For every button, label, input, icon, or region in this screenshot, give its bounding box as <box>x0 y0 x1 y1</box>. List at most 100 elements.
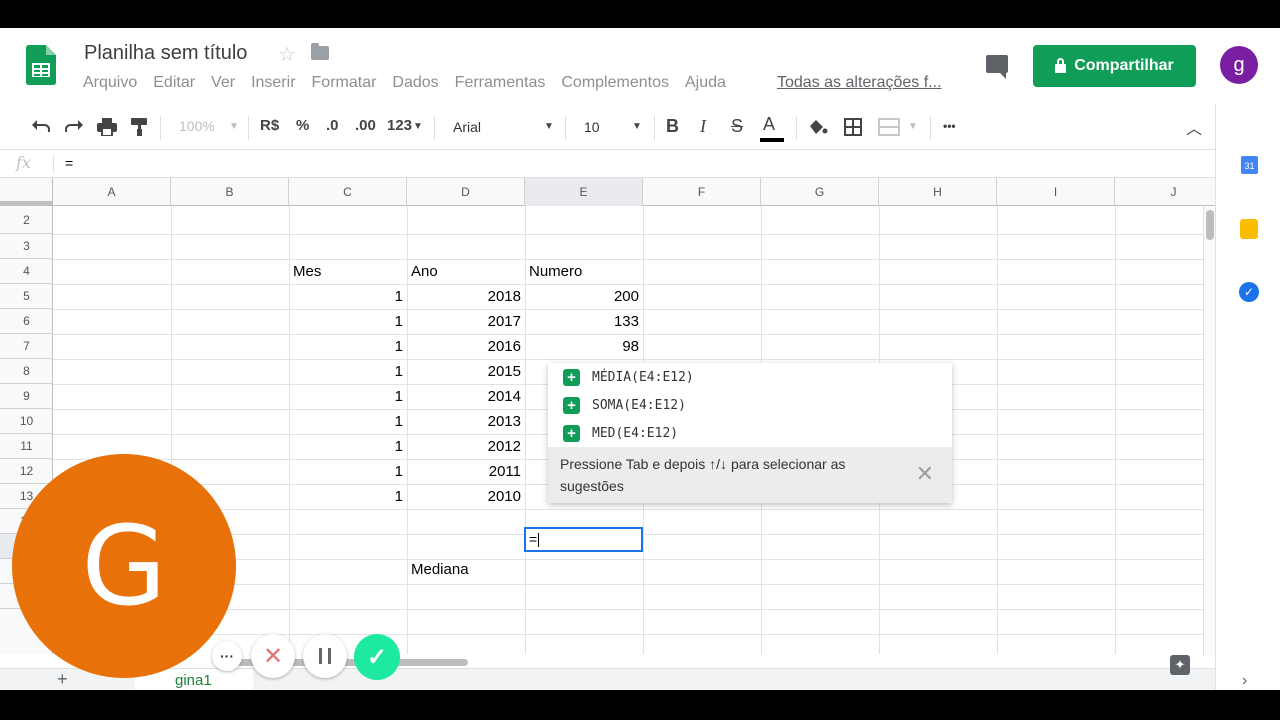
cell-c9[interactable]: 1 <box>289 413 403 430</box>
keep-icon[interactable] <box>1240 219 1258 239</box>
cell-e3-header-numero[interactable]: Numero <box>529 263 582 280</box>
row-header-10[interactable]: 10 <box>0 409 53 434</box>
italic-button[interactable]: I <box>700 116 706 137</box>
menu-ferramentas[interactable]: Ferramentas <box>455 74 546 92</box>
active-cell-e15[interactable]: = <box>524 527 643 552</box>
recorder-done-button[interactable]: ✓ <box>354 634 400 680</box>
row-header-4[interactable]: 4 <box>0 259 53 284</box>
fill-color-icon[interactable] <box>808 118 828 136</box>
cell-d6[interactable]: 2016 <box>407 338 521 355</box>
percent-format-button[interactable]: % <box>296 117 309 134</box>
menu-inserir[interactable]: Inserir <box>251 74 295 92</box>
menu-ver[interactable]: Ver <box>211 74 235 92</box>
cell-c5[interactable]: 1 <box>289 313 403 330</box>
cell-c12[interactable]: 1 <box>289 488 403 505</box>
cell-c8[interactable]: 1 <box>289 388 403 405</box>
recorder-more-button[interactable]: ··· <box>212 641 242 671</box>
star-icon[interactable]: ☆ <box>278 42 296 67</box>
row-header-7[interactable]: 7 <box>0 334 53 359</box>
row-header-6[interactable]: 6 <box>0 309 53 334</box>
calendar-icon[interactable]: 31 <box>1241 156 1258 174</box>
merge-dropdown-icon[interactable]: ▼ <box>908 121 918 132</box>
column-header-f[interactable]: F <box>643 178 761 206</box>
cell-d15-mediana-label[interactable]: Mediana <box>411 561 469 578</box>
select-all-corner[interactable] <box>0 178 53 206</box>
cell-e6[interactable]: 98 <box>525 338 639 355</box>
undo-icon[interactable] <box>31 119 51 133</box>
cell-c3-header-mes[interactable]: Mes <box>293 263 321 280</box>
menu-dados[interactable]: Dados <box>392 74 438 92</box>
more-formats-button[interactable]: 123 <box>387 117 412 134</box>
menu-complementos[interactable]: Complementos <box>561 74 669 92</box>
recorder-cancel-button[interactable]: ✕ <box>251 634 295 678</box>
borders-icon[interactable] <box>844 118 862 136</box>
collapse-toolbar-icon[interactable]: ︿ <box>1186 115 1202 139</box>
font-size-dropdown-icon[interactable]: ▼ <box>632 121 642 132</box>
cell-d5[interactable]: 2017 <box>407 313 521 330</box>
tasks-icon[interactable]: ✓ <box>1239 282 1259 302</box>
column-header-e[interactable]: E <box>525 178 643 206</box>
explore-icon[interactable]: ✦ <box>1170 655 1190 675</box>
row-header-8[interactable]: 8 <box>0 359 53 384</box>
recorder-pause-button[interactable] <box>303 634 347 678</box>
paint-format-icon[interactable] <box>131 118 149 136</box>
cell-e4[interactable]: 200 <box>525 288 639 305</box>
column-header-a[interactable]: A <box>53 178 171 206</box>
merge-cells-icon[interactable] <box>878 118 900 136</box>
zoom-select[interactable]: 100% <box>179 118 215 134</box>
zoom-dropdown-icon[interactable]: ▼ <box>229 121 239 132</box>
text-color-button[interactable]: A <box>763 114 775 135</box>
cell-c6[interactable]: 1 <box>289 338 403 355</box>
increase-decimal-button[interactable]: .00 <box>355 117 376 134</box>
more-formats-dropdown-icon[interactable]: ▼ <box>413 121 423 132</box>
cell-d4[interactable]: 2018 <box>407 288 521 305</box>
menu-editar[interactable]: Editar <box>153 74 195 92</box>
suggestion-med[interactable]: + MED(E4:E12) <box>548 419 952 447</box>
cell-c10[interactable]: 1 <box>289 438 403 455</box>
column-header-i[interactable]: I <box>997 178 1115 206</box>
close-icon[interactable]: ✕ <box>916 461 934 487</box>
row-header-5[interactable]: 5 <box>0 284 53 309</box>
column-header-h[interactable]: H <box>879 178 997 206</box>
cell-e5[interactable]: 133 <box>525 313 639 330</box>
cell-d7[interactable]: 2015 <box>407 363 521 380</box>
column-header-c[interactable]: C <box>289 178 407 206</box>
row-header-9[interactable]: 9 <box>0 384 53 409</box>
menu-formatar[interactable]: Formatar <box>312 74 377 92</box>
font-dropdown-icon[interactable]: ▼ <box>544 121 554 132</box>
row-header-12[interactable]: 12 <box>0 459 53 484</box>
vertical-scrollbar[interactable] <box>1203 206 1215 656</box>
chevron-right-icon[interactable]: › <box>1242 672 1247 690</box>
sheets-logo-icon[interactable] <box>26 45 56 85</box>
row-header-3[interactable]: 3 <box>0 234 53 259</box>
cell-d9[interactable]: 2013 <box>407 413 521 430</box>
cell-c4[interactable]: 1 <box>289 288 403 305</box>
font-select[interactable]: Arial <box>453 119 481 135</box>
add-sheet-icon[interactable]: + <box>57 669 68 690</box>
suggestion-media[interactable]: + MÉDIA(E4:E12) <box>548 363 952 391</box>
column-header-d[interactable]: D <box>407 178 525 206</box>
cell-d8[interactable]: 2014 <box>407 388 521 405</box>
cell-d10[interactable]: 2012 <box>407 438 521 455</box>
column-header-g[interactable]: G <box>761 178 879 206</box>
cell-d3-header-ano[interactable]: Ano <box>411 263 438 280</box>
print-icon[interactable] <box>97 118 117 136</box>
column-header-b[interactable]: B <box>171 178 289 206</box>
save-status-link[interactable]: Todas as alterações f... <box>777 74 942 92</box>
bold-button[interactable]: B <box>666 116 679 137</box>
font-size-select[interactable]: 10 <box>584 119 600 135</box>
cell-c11[interactable]: 1 <box>289 463 403 480</box>
column-header-j[interactable]: J <box>1115 178 1215 206</box>
cell-d12[interactable]: 2010 <box>407 488 521 505</box>
account-avatar[interactable]: g <box>1220 46 1258 84</box>
formula-input[interactable]: = <box>65 155 73 171</box>
menu-ajuda[interactable]: Ajuda <box>685 74 726 92</box>
cell-c7[interactable]: 1 <box>289 363 403 380</box>
decrease-decimal-button[interactable]: .0 <box>326 117 339 134</box>
more-options-button[interactable]: ••• <box>943 119 956 133</box>
redo-icon[interactable] <box>64 119 84 133</box>
currency-format-button[interactable]: R$ <box>260 117 279 134</box>
document-title[interactable]: Planilha sem título <box>84 42 247 65</box>
suggestion-soma[interactable]: + SOMA(E4:E12) <box>548 391 952 419</box>
folder-icon[interactable] <box>311 43 329 60</box>
